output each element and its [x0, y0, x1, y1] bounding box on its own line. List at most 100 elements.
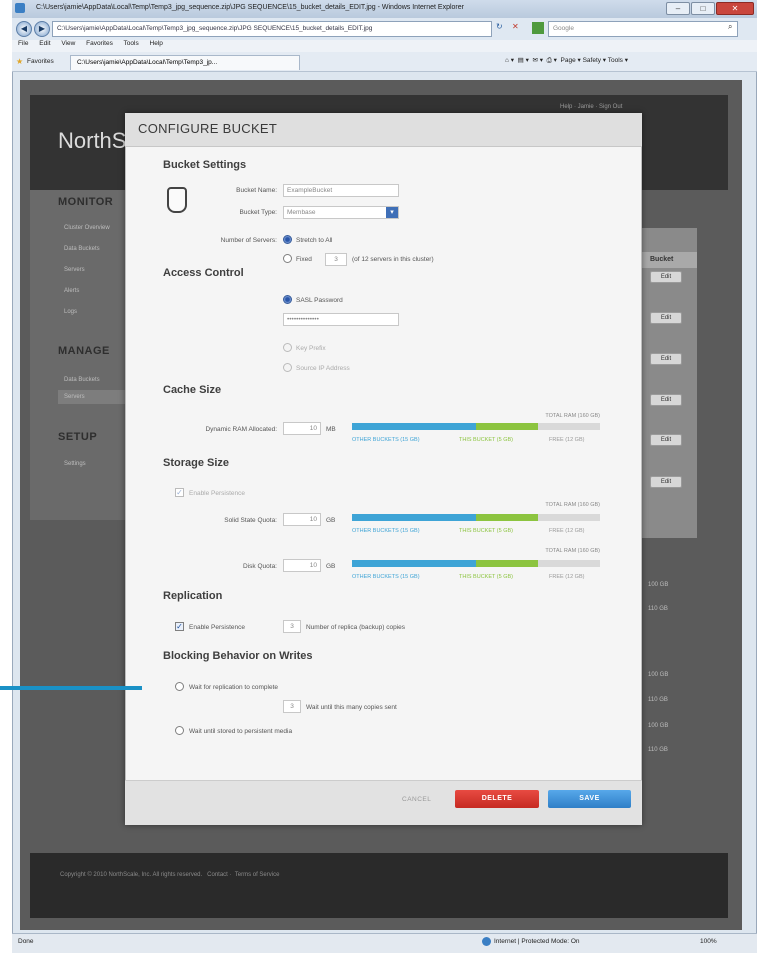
menu-bar: File Edit View Favorites Tools Help — [12, 40, 757, 52]
section-bucket-settings: Bucket Settings — [163, 159, 247, 171]
dialog-title: CONFIGURE BUCKET — [138, 121, 278, 136]
security-zone[interactable]: Internet | Protected Mode: On — [494, 938, 580, 945]
disk-unit: GB — [326, 563, 336, 570]
size-value: 110 GB — [648, 606, 668, 612]
replica-count-input[interactable]: 3 — [283, 620, 301, 633]
wait-replication-radio[interactable] — [175, 682, 184, 691]
total-ram-label: TOTAL RAM (160 GB) — [545, 548, 600, 554]
size-value: 110 GB — [648, 697, 668, 703]
replication-checkbox[interactable]: ✓ — [175, 622, 184, 631]
bucket-type-select[interactable]: Membase — [283, 206, 399, 219]
copies-label: Wait until this many copies sent — [306, 704, 397, 711]
cancel-button[interactable]: CANCEL — [402, 796, 431, 803]
enable-persistence-checkbox[interactable]: ✓ — [175, 488, 184, 497]
copies-count-input[interactable]: 3 — [283, 700, 301, 713]
site-logo[interactable]: NorthS — [58, 128, 126, 154]
zoom-level[interactable]: 100% — [700, 938, 717, 945]
edit-button[interactable]: Edit — [650, 394, 682, 406]
refresh-icon[interactable]: ↻ — [496, 22, 503, 31]
size-value: 100 GB — [648, 582, 669, 588]
legend-this: THIS BUCKET (5 GB) — [459, 528, 513, 534]
ssd-quota-label: Solid State Quota: — [224, 517, 277, 524]
source-ip-radio[interactable] — [283, 363, 292, 372]
nav-item-logs[interactable]: Logs — [64, 309, 77, 315]
nav-heading-manage: MANAGE — [58, 345, 110, 357]
menu-edit[interactable]: Edit — [39, 40, 50, 47]
disk-quota-input[interactable]: 10 — [283, 559, 321, 572]
ssd-unit: GB — [326, 517, 336, 524]
edit-button[interactable]: Edit — [650, 271, 682, 283]
save-button[interactable]: SAVE — [548, 790, 631, 808]
nav-item-cluster-overview[interactable]: Cluster Overview — [64, 225, 110, 231]
wait-persist-radio[interactable] — [175, 726, 184, 735]
forward-icon[interactable]: ▶ — [34, 21, 50, 37]
menu-tools[interactable]: Tools — [124, 40, 139, 47]
legend-other: OTHER BUCKETS (15 GB) — [352, 528, 420, 534]
top-links[interactable]: Help · Jamie · Sign Out — [560, 104, 622, 110]
command-menus[interactable]: Page ▾ Safety ▾ Tools ▾ — [561, 57, 628, 64]
nav-item-servers[interactable]: Servers — [64, 267, 85, 273]
disk-quota-label: Disk Quota: — [243, 563, 277, 570]
chevron-down-icon[interactable]: ▾ — [386, 207, 398, 218]
bar-this-bucket — [476, 423, 538, 430]
ram-input[interactable]: 10 — [283, 422, 321, 435]
window-title: C:\Users\jamie\AppData\Local\Temp\Temp3_… — [12, 0, 757, 18]
edit-button[interactable]: Edit — [650, 476, 682, 488]
nav-item-alerts[interactable]: Alerts — [64, 288, 79, 294]
bucket-name-input[interactable]: ExampleBucket — [283, 184, 399, 197]
address-bar[interactable]: C:\Users\jamie\AppData\Local\Temp\Temp3_… — [52, 21, 492, 37]
sasl-label: SASL Password — [296, 297, 343, 304]
feeds-icon[interactable]: ▤ ▾ — [518, 57, 529, 64]
search-input[interactable]: Google — [548, 21, 738, 37]
total-ram-label: TOTAL RAM (160 GB) — [545, 502, 600, 508]
key-prefix-radio[interactable] — [283, 343, 292, 352]
menu-view[interactable]: View — [61, 40, 75, 47]
browser-tab[interactable]: C:\Users\jamie\AppData\Local\Temp\Temp3_… — [70, 55, 300, 70]
legend-other: OTHER BUCKETS (15 GB) — [352, 437, 420, 443]
sasl-radio[interactable] — [283, 295, 292, 304]
ssd-usage-bar — [352, 514, 600, 521]
menu-favorites[interactable]: Favorites — [86, 40, 113, 47]
favorites-button[interactable]: Favorites — [27, 58, 54, 65]
delete-button[interactable]: DELETE — [455, 790, 539, 808]
legend-free: FREE (12 GB) — [549, 574, 585, 580]
site-footer — [30, 853, 728, 918]
back-icon[interactable]: ◀ — [16, 21, 32, 37]
edit-button[interactable]: Edit — [650, 312, 682, 324]
replica-label: Number of replica (backup) copies — [306, 624, 405, 631]
search-provider-icon — [532, 22, 544, 34]
edit-button[interactable]: Edit — [650, 434, 682, 446]
nav-item-manage-buckets[interactable]: Data Buckets — [64, 377, 100, 383]
ssd-quota-input[interactable]: 10 — [283, 513, 321, 526]
cache-usage-bar — [352, 423, 600, 430]
size-value: 100 GB — [648, 723, 669, 729]
nav-item-data-buckets[interactable]: Data Buckets — [64, 246, 100, 252]
terms-link[interactable]: Terms of Service — [235, 872, 280, 878]
fixed-note: (of 12 servers in this cluster) — [352, 256, 434, 263]
stop-icon[interactable]: ✕ — [512, 22, 519, 31]
nav-item-manage-servers[interactable]: Servers — [64, 394, 85, 400]
menu-help[interactable]: Help — [150, 40, 163, 47]
size-value: 110 GB — [648, 747, 668, 753]
servers-label: Number of Servers: — [220, 237, 277, 244]
edit-button[interactable]: Edit — [650, 353, 682, 365]
key-prefix-label: Key Prefix — [296, 345, 326, 352]
nav-item-settings[interactable]: Settings — [64, 461, 86, 467]
password-input[interactable]: •••••••••••••• — [283, 313, 399, 326]
stretch-radio[interactable] — [283, 235, 292, 244]
section-blocking: Blocking Behavior on Writes — [163, 650, 313, 662]
fixed-count-input[interactable]: 3 — [325, 253, 347, 266]
maximize-button[interactable]: □ — [691, 2, 715, 15]
menu-file[interactable]: File — [18, 40, 28, 47]
mail-icon[interactable]: ✉ ▾ — [532, 57, 543, 64]
home-icon[interactable]: ⌂ ▾ — [505, 57, 514, 64]
close-button[interactable]: ✕ — [716, 2, 754, 15]
contact-link[interactable]: Contact — [207, 872, 228, 878]
size-value: 100 GB — [648, 672, 669, 678]
minimize-button[interactable]: – — [666, 2, 690, 15]
print-icon[interactable]: ⎙ ▾ — [547, 57, 557, 64]
bucket-name-label: Bucket Name: — [236, 187, 277, 194]
fixed-radio[interactable] — [283, 254, 292, 263]
nav-heading-setup: SETUP — [58, 431, 98, 443]
search-icon[interactable]: ⌕ — [728, 22, 732, 32]
